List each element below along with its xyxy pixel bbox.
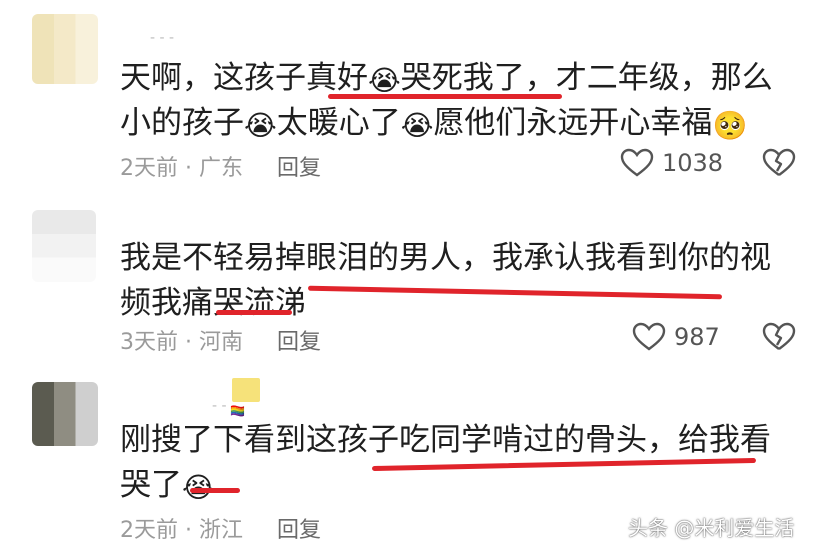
comment-meta: 2天前 · 广东 回复 xyxy=(120,150,321,182)
username[interactable]: - - - xyxy=(150,30,174,46)
avatar[interactable] xyxy=(32,382,98,446)
broken-heart-icon[interactable] xyxy=(762,322,796,352)
user-badge xyxy=(232,378,260,402)
comment-meta: 2天前 · 浙江 回复 xyxy=(120,512,321,544)
broken-heart-icon[interactable] xyxy=(762,148,796,178)
like-count: 987 xyxy=(674,323,720,351)
like-button[interactable]: 1038 xyxy=(620,148,723,178)
reply-button[interactable]: 回复 xyxy=(277,324,321,356)
username[interactable]: - - xyxy=(212,398,227,414)
crying-emoji-icon: 😭 xyxy=(368,64,401,97)
like-count: 1038 xyxy=(662,149,724,177)
time-location: 2天前 · 浙江 xyxy=(120,518,243,543)
heart-icon xyxy=(632,322,666,351)
watermark: 头条 @米利爱生活 xyxy=(628,516,795,540)
red-underline xyxy=(328,94,562,99)
avatar[interactable] xyxy=(32,14,98,84)
crying-emoji-icon: 😭 xyxy=(400,109,434,142)
rainbow-icon: 🏳️‍🌈 xyxy=(230,404,245,418)
pleading-emoji-icon: 🥺 xyxy=(712,109,748,142)
like-button[interactable]: 987 xyxy=(632,322,720,352)
avatar[interactable] xyxy=(32,210,96,282)
red-underline xyxy=(216,310,292,315)
time-location: 2天前 · 广东 xyxy=(120,156,243,181)
comment-meta: 3天前 · 河南 回复 xyxy=(120,324,321,356)
red-underline xyxy=(190,488,240,493)
heart-icon xyxy=(620,148,654,177)
comment-text: 天啊，这孩子真好😭哭死我了，才二年级，那么小的孩子😭太暖心了😭愿他们永远开心幸福… xyxy=(120,60,773,142)
time-location: 3天前 · 河南 xyxy=(120,330,243,355)
reply-button[interactable]: 回复 xyxy=(277,150,321,182)
crying-emoji-icon: 😭 xyxy=(244,109,277,142)
reply-button[interactable]: 回复 xyxy=(277,512,321,544)
